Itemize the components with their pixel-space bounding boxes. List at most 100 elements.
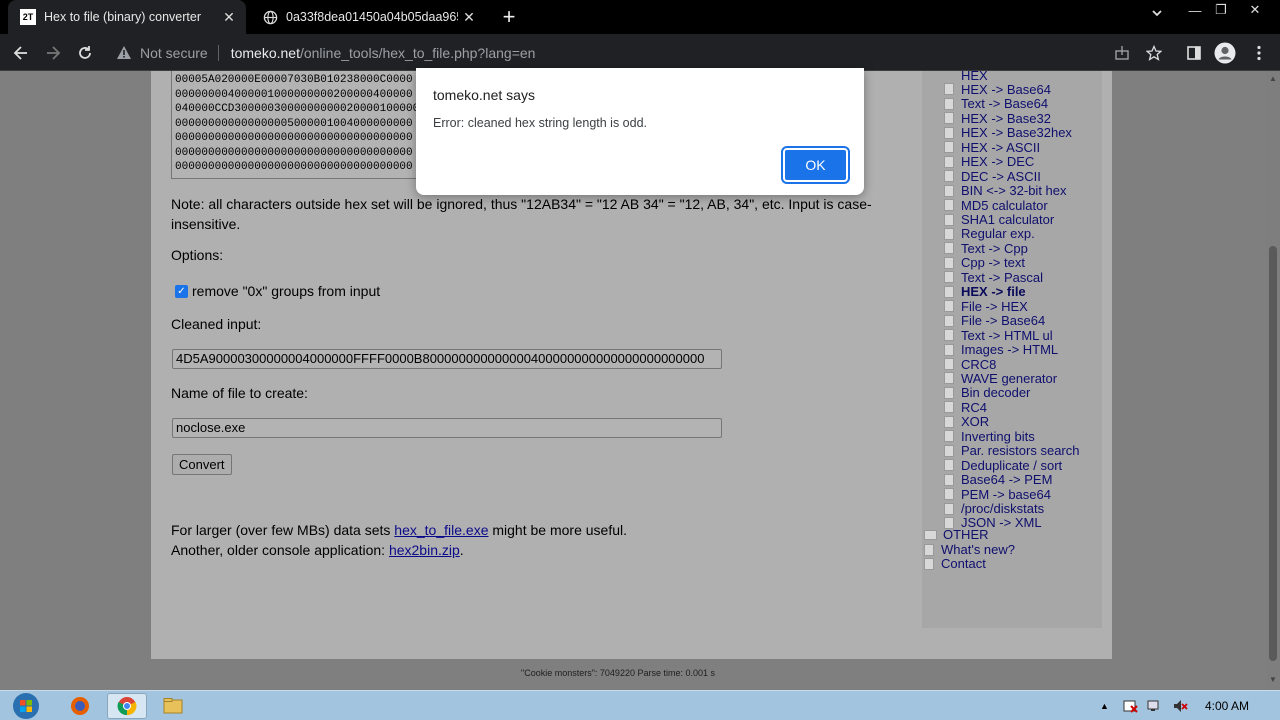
menu-kebab-icon[interactable] (1246, 40, 1272, 66)
sidebar-item-label[interactable]: DEC -> ASCII (961, 169, 1041, 184)
chrome-icon[interactable] (107, 693, 147, 719)
page-scrollbar[interactable]: ▲ ▼ (1266, 71, 1280, 690)
sidebar-item[interactable]: Images -> HTML (944, 342, 1058, 357)
share-icon[interactable] (1109, 40, 1135, 66)
sidebar-item-label[interactable]: HEX -> ASCII (961, 140, 1040, 155)
new-tab-button[interactable]: + (496, 4, 522, 29)
sidebar-item[interactable]: File -> HEX (944, 299, 1028, 314)
sidebar-item[interactable]: PEM -> base64 (944, 487, 1051, 502)
sidebar-item[interactable]: HEX -> Base32 (944, 111, 1051, 126)
sidebar-item[interactable]: BIN <-> 32-bit hex (944, 183, 1067, 198)
sidebar-item[interactable]: HEX -> DEC (944, 154, 1034, 169)
sidebar-item[interactable]: CRC8 (944, 357, 996, 372)
sidebar-item[interactable]: /proc/diskstats (944, 501, 1044, 516)
sidebar-item-label[interactable]: HEX (961, 71, 988, 83)
sidebar-item[interactable]: Text -> Base64 (944, 96, 1048, 111)
sidebar-item-label[interactable]: File -> HEX (961, 299, 1028, 314)
action-center-icon[interactable] (1122, 696, 1138, 716)
sidebar-item-label[interactable]: Images -> HTML (961, 342, 1058, 357)
whats-new-label[interactable]: What's new? (941, 542, 1015, 557)
scroll-down-icon[interactable]: ▼ (1269, 675, 1277, 684)
cleaned-input-field[interactable]: 4D5A90000300000004000000FFFF0000B8000000… (172, 349, 722, 369)
bookmark-star-icon[interactable] (1141, 40, 1167, 66)
sidebar-item-label[interactable]: HEX -> DEC (961, 154, 1034, 169)
ok-button[interactable]: OK (781, 146, 850, 184)
sidebar-item-label[interactable]: Deduplicate / sort (961, 458, 1062, 473)
sidebar-item-label[interactable]: Text -> Base64 (961, 96, 1048, 111)
whats-new-link[interactable]: What's new? (924, 542, 1015, 557)
sidebar-item-label[interactable]: BIN <-> 32-bit hex (961, 183, 1067, 198)
filename-input[interactable]: noclose.exe (172, 418, 722, 438)
sidebar-item[interactable]: Base64 -> PEM (944, 472, 1052, 487)
firefox-icon[interactable] (60, 693, 100, 719)
close-tab-icon[interactable]: ✕ (458, 6, 480, 28)
remove-0x-checkbox[interactable]: ✓ (175, 284, 188, 298)
warning-icon[interactable] (116, 45, 134, 60)
other-section[interactable]: OTHER (924, 527, 989, 542)
sidebar-item[interactable]: Regular exp. (944, 226, 1035, 241)
sidebar-item-label[interactable]: Text -> Pascal (961, 270, 1043, 285)
sidebar-item[interactable]: HEX -> file (944, 284, 1026, 299)
hex-to-file-exe-link[interactable]: hex_to_file.exe (394, 522, 488, 538)
sidebar-item-label[interactable]: Text -> Cpp (961, 241, 1028, 256)
sidebar-item[interactable]: Cpp -> text (944, 255, 1025, 270)
sidebar-item-label[interactable]: WAVE generator (961, 371, 1057, 386)
sidebar-item-label[interactable]: MD5 calculator (961, 198, 1048, 213)
other-label[interactable]: OTHER (943, 527, 989, 542)
sidebar-item[interactable]: RC4 (944, 400, 987, 415)
sidebar-item-label[interactable]: CRC8 (961, 357, 996, 372)
file-explorer-icon[interactable] (153, 693, 193, 719)
reload-icon[interactable] (72, 40, 98, 66)
sidebar-item-label[interactable]: PEM -> base64 (961, 487, 1051, 502)
show-hidden-icons-icon[interactable]: ▲ (1100, 696, 1109, 716)
forward-arrow-icon[interactable] (40, 40, 66, 66)
scrollbar-thumb[interactable] (1269, 246, 1277, 661)
sidebar-item-label[interactable]: HEX -> Base64 (961, 82, 1051, 97)
sidebar-item[interactable]: MD5 calculator (944, 198, 1048, 213)
sidebar-item[interactable]: Inverting bits (944, 429, 1035, 444)
close-tab-icon[interactable]: ✕ (218, 6, 240, 28)
restore-icon[interactable]: ❐ (1208, 0, 1234, 20)
address-bar[interactable]: Not secure tomeko.net/online_tools/hex_t… (108, 38, 1170, 67)
sidebar-item-label[interactable]: Par. resistors search (961, 443, 1080, 458)
sidebar-item[interactable]: HEX (944, 71, 988, 83)
sidebar-item-label[interactable]: XOR (961, 414, 989, 429)
start-button-icon[interactable] (6, 691, 46, 720)
sidebar-item[interactable]: HEX -> Base32hex (944, 125, 1072, 140)
convert-button[interactable]: Convert (172, 454, 232, 475)
sidebar-item-label[interactable]: File -> Base64 (961, 313, 1045, 328)
sidebar-item[interactable]: File -> Base64 (944, 313, 1045, 328)
sidebar-item-label[interactable]: /proc/diskstats (961, 501, 1044, 516)
tab-hash-page[interactable]: 0a33f8dea01450a04b05daa96568 ✕ (252, 0, 486, 34)
sidebar-item[interactable]: HEX -> Base64 (944, 82, 1051, 97)
sidebar-item[interactable]: SHA1 calculator (944, 212, 1054, 227)
system-clock[interactable]: 4:00 AM (1205, 699, 1249, 713)
sidebar-item[interactable]: HEX -> ASCII (944, 140, 1040, 155)
profile-avatar-icon[interactable] (1212, 40, 1238, 66)
remove-0x-option[interactable]: ✓ remove "0x" groups from input (175, 283, 380, 299)
sidebar-item[interactable]: Par. resistors search (944, 443, 1080, 458)
sidebar-item[interactable]: Text -> Cpp (944, 241, 1028, 256)
sidebar-item[interactable]: Bin decoder (944, 385, 1030, 400)
sidebar-item-label[interactable]: Bin decoder (961, 385, 1030, 400)
sidebar-item[interactable]: Deduplicate / sort (944, 458, 1062, 473)
security-label[interactable]: Not secure (140, 45, 208, 61)
volume-muted-icon[interactable] (1172, 696, 1188, 716)
sidebar-item-label[interactable]: SHA1 calculator (961, 212, 1054, 227)
scroll-up-icon[interactable]: ▲ (1269, 74, 1277, 83)
sidebar-item-label[interactable]: Regular exp. (961, 226, 1035, 241)
close-window-icon[interactable]: ✕ (1242, 0, 1268, 20)
sidebar-item[interactable]: Text -> Pascal (944, 270, 1043, 285)
sidebar-item-label[interactable]: RC4 (961, 400, 987, 415)
remove-0x-label[interactable]: remove "0x" groups from input (192, 283, 380, 299)
sidebar-item-label[interactable]: Text -> HTML ul (961, 328, 1053, 343)
contact-link[interactable]: Contact (924, 556, 986, 571)
sidebar-item-label[interactable]: Inverting bits (961, 429, 1035, 444)
tab-search-icon[interactable] (1150, 6, 1164, 25)
sidebar-item-label[interactable]: HEX -> file (961, 284, 1026, 299)
network-icon[interactable] (1146, 696, 1162, 716)
back-arrow-icon[interactable] (8, 40, 34, 66)
sidebar-item-label[interactable]: Cpp -> text (961, 255, 1025, 270)
sidebar-item[interactable]: XOR (944, 414, 989, 429)
sidebar-item[interactable]: Text -> HTML ul (944, 328, 1053, 343)
